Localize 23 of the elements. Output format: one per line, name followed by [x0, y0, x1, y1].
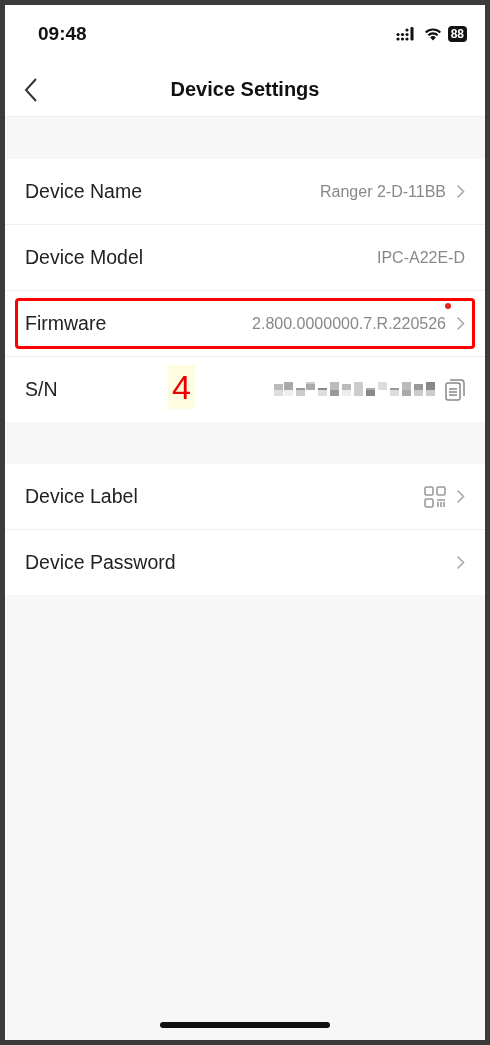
status-time: 09:48 — [38, 23, 87, 45]
row-value: Ranger 2-D-11BB — [320, 182, 446, 201]
row-value: IPC-A22E-D — [376, 248, 465, 267]
step-number: 4 — [168, 365, 195, 409]
settings-row[interactable]: Device Model IPC-A22E-D — [5, 225, 485, 291]
settings-row[interactable]: Firmware 2.800.0000000.7.R.220526 — [5, 291, 485, 357]
copy-icon[interactable] — [445, 378, 465, 401]
settings-row[interactable]: Device Label — [5, 464, 485, 530]
row-label: Device Label — [25, 485, 138, 508]
settings-row[interactable]: Device Name Ranger 2-D-11BB — [5, 159, 485, 225]
qr-code-icon — [424, 485, 446, 508]
row-label: Firmware — [25, 312, 107, 335]
back-icon[interactable] — [23, 77, 39, 103]
settings-row[interactable]: Device Password — [5, 530, 485, 595]
wifi-icon — [423, 27, 442, 41]
battery-level: 88 — [447, 26, 467, 42]
row-label: Device Name — [25, 180, 143, 203]
settings-row[interactable]: S/N 4 — [5, 357, 485, 422]
row-value: 2.800.0000000.7.R.220526 — [252, 314, 446, 333]
row-label: Device Password — [25, 551, 176, 574]
row-label: Device Model — [25, 246, 144, 269]
screen-title: Device Settings — [170, 78, 320, 101]
row-label: S/N — [25, 378, 58, 401]
